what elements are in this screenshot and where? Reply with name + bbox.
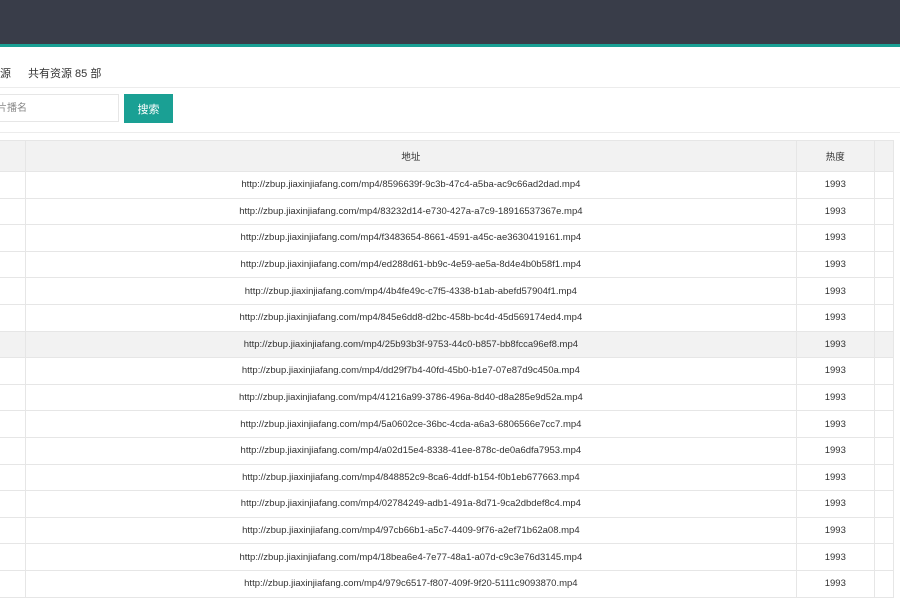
row-index-cell xyxy=(0,383,26,412)
heat-cell: 1993 xyxy=(795,303,875,332)
row-extra-cell xyxy=(873,490,895,518)
table-row[interactable]: http://zbup.jiaxinjiafang.com/mp4/848852… xyxy=(0,463,895,492)
row-extra-cell xyxy=(873,171,895,199)
row-extra-cell xyxy=(873,383,895,412)
column-header-extra xyxy=(873,140,895,172)
heat-cell: 1993 xyxy=(795,490,875,518)
heat-cell: 1993 xyxy=(795,357,875,385)
row-index-cell xyxy=(0,197,26,226)
address-cell: http://zbup.jiaxinjiafang.com/mp4/f34836… xyxy=(24,224,797,252)
address-cell: http://zbup.jiaxinjiafang.com/mp4/ed288d… xyxy=(24,250,797,279)
row-index-cell xyxy=(0,357,26,385)
address-cell: http://zbup.jiaxinjiafang.com/mp4/97cb66… xyxy=(24,516,797,545)
row-index-cell xyxy=(0,277,26,305)
address-cell: http://zbup.jiaxinjiafang.com/mp4/41216a… xyxy=(24,383,797,412)
address-cell: http://zbup.jiaxinjiafang.com/mp4/18bea6… xyxy=(24,543,797,571)
address-cell: http://zbup.jiaxinjiafang.com/mp4/4b4fe4… xyxy=(24,277,797,305)
row-extra-cell xyxy=(873,224,895,252)
address-cell: http://zbup.jiaxinjiafang.com/mp4/845e6d… xyxy=(24,303,797,332)
heat-cell: 1993 xyxy=(795,277,875,305)
table-row[interactable]: http://zbup.jiaxinjiafang.com/mp4/027842… xyxy=(0,490,895,518)
address-cell: http://zbup.jiaxinjiafang.com/mp4/848852… xyxy=(24,463,797,492)
heat-cell: 1993 xyxy=(795,463,875,492)
row-extra-cell xyxy=(873,410,895,438)
row-index-cell xyxy=(0,410,26,438)
column-header-heat: 热度 xyxy=(795,140,875,172)
column-header-address: 地址 xyxy=(24,140,797,172)
heat-cell: 1993 xyxy=(795,171,875,199)
row-extra-cell xyxy=(873,197,895,226)
resource-table: 地址 热度 http://zbup.jiaxinjiafang.com/mp4/… xyxy=(0,140,895,598)
row-index-cell xyxy=(0,171,26,199)
row-index-cell xyxy=(0,516,26,545)
address-cell: http://zbup.jiaxinjiafang.com/mp4/027842… xyxy=(24,490,797,518)
heat-cell: 1993 xyxy=(795,543,875,571)
table-row[interactable]: http://zbup.jiaxinjiafang.com/mp4/979c65… xyxy=(0,569,895,598)
row-index-cell xyxy=(0,543,26,571)
search-button[interactable]: 搜索 xyxy=(124,94,173,123)
table-row[interactable]: http://zbup.jiaxinjiafang.com/mp4/859663… xyxy=(0,171,895,199)
row-extra-cell xyxy=(873,436,895,465)
heat-cell: 1993 xyxy=(795,436,875,465)
row-extra-cell xyxy=(873,463,895,492)
row-extra-cell xyxy=(873,543,895,571)
address-cell: http://zbup.jiaxinjiafang.com/mp4/859663… xyxy=(24,171,797,199)
table-row[interactable]: http://zbup.jiaxinjiafang.com/mp4/f34836… xyxy=(0,224,895,252)
column-header-index xyxy=(0,140,26,172)
row-extra-cell xyxy=(873,357,895,385)
table-row[interactable]: http://zbup.jiaxinjiafang.com/mp4/41216a… xyxy=(0,383,895,412)
row-extra-cell xyxy=(873,303,895,332)
row-index-cell xyxy=(0,490,26,518)
heat-cell: 1993 xyxy=(795,224,875,252)
resource-table-container: 地址 热度 http://zbup.jiaxinjiafang.com/mp4/… xyxy=(0,140,900,600)
row-extra-cell xyxy=(873,330,895,359)
table-header-row: 地址 热度 xyxy=(0,140,895,172)
heat-cell: 1993 xyxy=(795,330,875,359)
address-cell: http://zbup.jiaxinjiafang.com/mp4/83232d… xyxy=(24,197,797,226)
table-row[interactable]: http://zbup.jiaxinjiafang.com/mp4/83232d… xyxy=(0,197,895,226)
address-cell: http://zbup.jiaxinjiafang.com/mp4/a02d15… xyxy=(24,436,797,465)
row-extra-cell xyxy=(873,277,895,305)
table-row[interactable]: http://zbup.jiaxinjiafang.com/mp4/5a0602… xyxy=(0,410,895,438)
row-index-cell xyxy=(0,330,26,359)
address-cell: http://zbup.jiaxinjiafang.com/mp4/5a0602… xyxy=(24,410,797,438)
address-cell: http://zbup.jiaxinjiafang.com/mp4/979c65… xyxy=(24,569,797,598)
table-row[interactable]: http://zbup.jiaxinjiafang.com/mp4/845e6d… xyxy=(0,303,895,332)
row-index-cell xyxy=(0,250,26,279)
row-index-cell xyxy=(0,463,26,492)
resource-info-bar: 源 共有资源 85 部 xyxy=(0,47,900,88)
row-extra-cell xyxy=(873,569,895,598)
row-extra-cell xyxy=(873,516,895,545)
heat-cell: 1993 xyxy=(795,569,875,598)
table-row[interactable]: http://zbup.jiaxinjiafang.com/mp4/ed288d… xyxy=(0,250,895,279)
table-row[interactable]: http://zbup.jiaxinjiafang.com/mp4/25b93b… xyxy=(0,330,895,359)
search-row: 搜索 xyxy=(0,88,900,133)
address-cell: http://zbup.jiaxinjiafang.com/mp4/25b93b… xyxy=(24,330,797,359)
heat-cell: 1993 xyxy=(795,250,875,279)
search-input[interactable] xyxy=(0,94,119,122)
row-index-cell xyxy=(0,569,26,598)
address-cell: http://zbup.jiaxinjiafang.com/mp4/dd29f7… xyxy=(24,357,797,385)
row-extra-cell xyxy=(873,250,895,279)
table-row[interactable]: http://zbup.jiaxinjiafang.com/mp4/4b4fe4… xyxy=(0,277,895,305)
row-index-cell xyxy=(0,303,26,332)
resource-count-text: 共有资源 85 部 xyxy=(28,68,102,80)
top-header-bar xyxy=(0,0,900,47)
row-index-cell xyxy=(0,436,26,465)
table-row[interactable]: http://zbup.jiaxinjiafang.com/mp4/a02d15… xyxy=(0,436,895,465)
heat-cell: 1993 xyxy=(795,197,875,226)
row-index-cell xyxy=(0,224,26,252)
table-row[interactable]: http://zbup.jiaxinjiafang.com/mp4/97cb66… xyxy=(0,516,895,545)
table-row[interactable]: http://zbup.jiaxinjiafang.com/mp4/18bea6… xyxy=(0,543,895,571)
source-label: 源 xyxy=(0,68,11,80)
heat-cell: 1993 xyxy=(795,383,875,412)
table-row[interactable]: http://zbup.jiaxinjiafang.com/mp4/dd29f7… xyxy=(0,357,895,385)
heat-cell: 1993 xyxy=(795,516,875,545)
heat-cell: 1993 xyxy=(795,410,875,438)
